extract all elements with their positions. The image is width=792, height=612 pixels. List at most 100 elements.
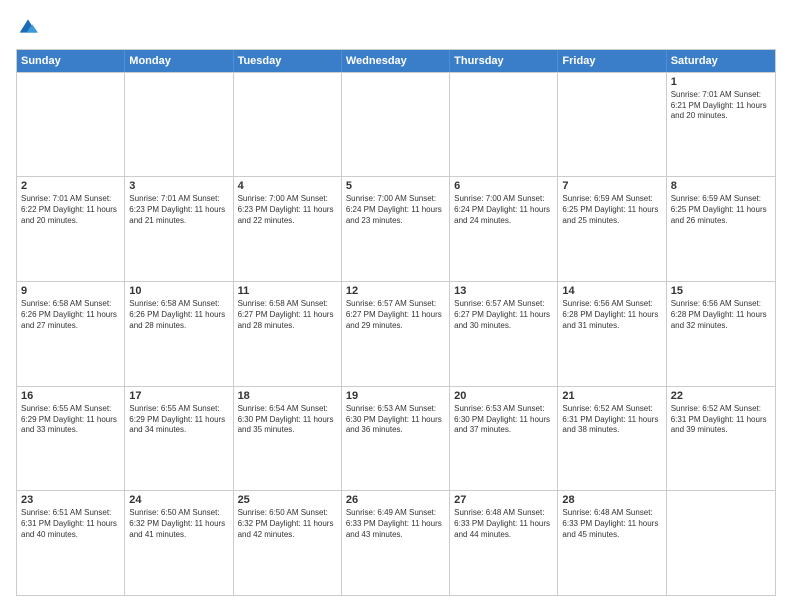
day-info: Sunrise: 6:51 AM Sunset: 6:31 PM Dayligh… xyxy=(21,508,120,540)
day-info: Sunrise: 6:52 AM Sunset: 6:31 PM Dayligh… xyxy=(671,404,771,436)
day-info: Sunrise: 6:58 AM Sunset: 6:26 PM Dayligh… xyxy=(21,299,120,331)
calendar-cell: 19 Sunrise: 6:53 AM Sunset: 6:30 PM Dayli… xyxy=(342,387,450,491)
day-number: 11 xyxy=(238,285,337,297)
day-info: Sunrise: 6:48 AM Sunset: 6:33 PM Dayligh… xyxy=(562,508,661,540)
day-info: Sunrise: 6:58 AM Sunset: 6:27 PM Dayligh… xyxy=(238,299,337,331)
day-info: Sunrise: 6:58 AM Sunset: 6:26 PM Dayligh… xyxy=(129,299,228,331)
day-info: Sunrise: 6:56 AM Sunset: 6:28 PM Dayligh… xyxy=(562,299,661,331)
calendar-cell: 28 Sunrise: 6:48 AM Sunset: 6:33 PM Dayli… xyxy=(558,491,666,595)
calendar-row: 9 Sunrise: 6:58 AM Sunset: 6:26 PM Daylig… xyxy=(17,281,775,386)
page: SundayMondayTuesdayWednesdayThursdayFrid… xyxy=(0,0,792,612)
day-info: Sunrise: 6:55 AM Sunset: 6:29 PM Dayligh… xyxy=(21,404,120,436)
calendar-cell: 5 Sunrise: 7:00 AM Sunset: 6:24 PM Daylig… xyxy=(342,177,450,281)
day-number: 2 xyxy=(21,180,120,192)
calendar-cell: 13 Sunrise: 6:57 AM Sunset: 6:27 PM Dayli… xyxy=(450,282,558,386)
day-number: 4 xyxy=(238,180,337,192)
calendar-cell xyxy=(667,491,775,595)
day-info: Sunrise: 6:59 AM Sunset: 6:25 PM Dayligh… xyxy=(671,194,771,226)
day-number: 28 xyxy=(562,494,661,506)
calendar-cell: 11 Sunrise: 6:58 AM Sunset: 6:27 PM Dayli… xyxy=(234,282,342,386)
day-number: 12 xyxy=(346,285,445,297)
calendar-cell: 26Sunrise: 6:49 AM Sunset: 6:33 PM Dayli… xyxy=(342,491,450,595)
day-number: 18 xyxy=(238,390,337,402)
calendar-cell: 3 Sunrise: 7:01 AM Sunset: 6:23 PM Daylig… xyxy=(125,177,233,281)
calendar-cell: 12 Sunrise: 6:57 AM Sunset: 6:27 PM Dayli… xyxy=(342,282,450,386)
calendar-cell: 23Sunrise: 6:51 AM Sunset: 6:31 PM Dayli… xyxy=(17,491,125,595)
weekday-header: Wednesday xyxy=(342,50,450,72)
day-number: 7 xyxy=(562,180,661,192)
weekday-header: Monday xyxy=(125,50,233,72)
day-info: Sunrise: 7:01 AM Sunset: 6:21 PM Dayligh… xyxy=(671,90,771,122)
calendar-cell xyxy=(450,73,558,177)
calendar-row: 1 Sunrise: 7:01 AM Sunset: 6:21 PM Daylig… xyxy=(17,72,775,177)
day-number: 22 xyxy=(671,390,771,402)
day-number: 1 xyxy=(671,76,771,88)
day-info: Sunrise: 6:59 AM Sunset: 6:25 PM Dayligh… xyxy=(562,194,661,226)
calendar: SundayMondayTuesdayWednesdayThursdayFrid… xyxy=(16,49,776,596)
calendar-cell: 21Sunrise: 6:52 AM Sunset: 6:31 PM Dayli… xyxy=(558,387,666,491)
logo xyxy=(16,16,38,39)
calendar-cell: 1 Sunrise: 7:01 AM Sunset: 6:21 PM Daylig… xyxy=(667,73,775,177)
calendar-cell: 6 Sunrise: 7:00 AM Sunset: 6:24 PM Daylig… xyxy=(450,177,558,281)
day-info: Sunrise: 6:53 AM Sunset: 6:30 PM Dayligh… xyxy=(454,404,553,436)
calendar-cell: 9 Sunrise: 6:58 AM Sunset: 6:26 PM Daylig… xyxy=(17,282,125,386)
day-info: Sunrise: 6:57 AM Sunset: 6:27 PM Dayligh… xyxy=(454,299,553,331)
calendar-cell: 15Sunrise: 6:56 AM Sunset: 6:28 PM Dayli… xyxy=(667,282,775,386)
day-number: 14 xyxy=(562,285,661,297)
calendar-body: 1 Sunrise: 7:01 AM Sunset: 6:21 PM Daylig… xyxy=(17,72,775,595)
calendar-cell: 17 Sunrise: 6:55 AM Sunset: 6:29 PM Dayli… xyxy=(125,387,233,491)
day-info: Sunrise: 7:00 AM Sunset: 6:23 PM Dayligh… xyxy=(238,194,337,226)
day-number: 21 xyxy=(562,390,661,402)
calendar-cell xyxy=(342,73,450,177)
day-info: Sunrise: 7:00 AM Sunset: 6:24 PM Dayligh… xyxy=(454,194,553,226)
weekday-header: Saturday xyxy=(667,50,775,72)
weekday-header: Sunday xyxy=(17,50,125,72)
day-info: Sunrise: 6:49 AM Sunset: 6:33 PM Dayligh… xyxy=(346,508,445,540)
day-number: 8 xyxy=(671,180,771,192)
day-info: Sunrise: 6:57 AM Sunset: 6:27 PM Dayligh… xyxy=(346,299,445,331)
day-info: Sunrise: 6:53 AM Sunset: 6:30 PM Dayligh… xyxy=(346,404,445,436)
calendar-cell: 10 Sunrise: 6:58 AM Sunset: 6:26 PM Dayli… xyxy=(125,282,233,386)
calendar-row: 2 Sunrise: 7:01 AM Sunset: 6:22 PM Daylig… xyxy=(17,176,775,281)
day-info: Sunrise: 7:00 AM Sunset: 6:24 PM Dayligh… xyxy=(346,194,445,226)
day-number: 10 xyxy=(129,285,228,297)
calendar-cell: 7 Sunrise: 6:59 AM Sunset: 6:25 PM Daylig… xyxy=(558,177,666,281)
weekday-header: Tuesday xyxy=(234,50,342,72)
calendar-cell: 27 Sunrise: 6:48 AM Sunset: 6:33 PM Dayli… xyxy=(450,491,558,595)
logo-icon xyxy=(18,16,38,36)
calendar-row: 16 Sunrise: 6:55 AM Sunset: 6:29 PM Dayli… xyxy=(17,386,775,491)
day-number: 3 xyxy=(129,180,228,192)
calendar-cell: 22 Sunrise: 6:52 AM Sunset: 6:31 PM Dayli… xyxy=(667,387,775,491)
day-info: Sunrise: 6:48 AM Sunset: 6:33 PM Dayligh… xyxy=(454,508,553,540)
calendar-cell: 2 Sunrise: 7:01 AM Sunset: 6:22 PM Daylig… xyxy=(17,177,125,281)
day-number: 20 xyxy=(454,390,553,402)
calendar-cell: 24 Sunrise: 6:50 AM Sunset: 6:32 PM Dayli… xyxy=(125,491,233,595)
calendar-cell xyxy=(558,73,666,177)
day-info: Sunrise: 6:50 AM Sunset: 6:32 PM Dayligh… xyxy=(129,508,228,540)
calendar-cell: 4 Sunrise: 7:00 AM Sunset: 6:23 PM Daylig… xyxy=(234,177,342,281)
weekday-header: Friday xyxy=(558,50,666,72)
day-info: Sunrise: 6:55 AM Sunset: 6:29 PM Dayligh… xyxy=(129,404,228,436)
day-number: 15 xyxy=(671,285,771,297)
calendar-cell xyxy=(125,73,233,177)
calendar-cell xyxy=(234,73,342,177)
calendar-cell: 25Sunrise: 6:50 AM Sunset: 6:32 PM Dayli… xyxy=(234,491,342,595)
day-number: 5 xyxy=(346,180,445,192)
day-number: 19 xyxy=(346,390,445,402)
day-number: 6 xyxy=(454,180,553,192)
weekday-header: Thursday xyxy=(450,50,558,72)
header xyxy=(16,16,776,39)
day-number: 24 xyxy=(129,494,228,506)
day-number: 27 xyxy=(454,494,553,506)
day-info: Sunrise: 7:01 AM Sunset: 6:22 PM Dayligh… xyxy=(21,194,120,226)
day-number: 17 xyxy=(129,390,228,402)
day-number: 9 xyxy=(21,285,120,297)
calendar-cell: 18Sunrise: 6:54 AM Sunset: 6:30 PM Dayli… xyxy=(234,387,342,491)
day-info: Sunrise: 7:01 AM Sunset: 6:23 PM Dayligh… xyxy=(129,194,228,226)
day-number: 13 xyxy=(454,285,553,297)
calendar-cell: 14 Sunrise: 6:56 AM Sunset: 6:28 PM Dayli… xyxy=(558,282,666,386)
day-number: 16 xyxy=(21,390,120,402)
calendar-cell: 20 Sunrise: 6:53 AM Sunset: 6:30 PM Dayli… xyxy=(450,387,558,491)
calendar-row: 23Sunrise: 6:51 AM Sunset: 6:31 PM Dayli… xyxy=(17,490,775,595)
calendar-cell xyxy=(17,73,125,177)
